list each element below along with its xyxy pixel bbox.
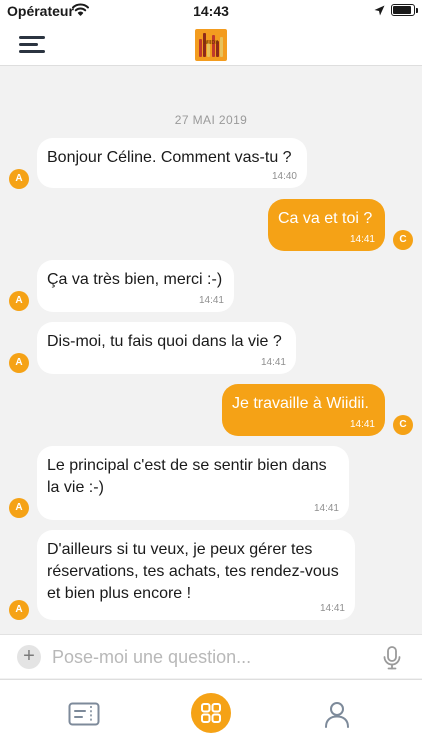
message-bubble: Ça va très bien, merci :-) 14:41 xyxy=(37,260,234,312)
microphone-icon[interactable] xyxy=(380,645,404,671)
assistant-avatar: A xyxy=(9,169,29,189)
app-header: WIIDII xyxy=(0,22,422,66)
assistant-avatar: A xyxy=(9,498,29,518)
clock: 14:43 xyxy=(193,3,229,19)
message-time: 14:41 xyxy=(319,603,345,614)
user-avatar: C xyxy=(393,415,413,435)
menu-icon xyxy=(19,36,45,39)
message-text: Bonjour Céline. Comment vas-tu ? xyxy=(47,149,292,166)
message-text: Ca va et toi ? xyxy=(278,210,373,227)
message-time: 14:41 xyxy=(260,357,286,368)
message-time: 14:41 xyxy=(349,419,375,430)
apps-grid-icon xyxy=(201,703,221,723)
message-bubble: Ca va et toi ? 14:41 xyxy=(268,199,385,251)
location-arrow-icon xyxy=(374,5,385,16)
message-text: D'ailleurs si tu veux, je peux gérer tes… xyxy=(47,541,339,602)
message-bubble: Je travaille à Wiidii. 14:41 xyxy=(222,384,385,436)
brand-logo: WIIDII xyxy=(195,29,227,61)
battery-icon xyxy=(391,4,418,16)
message-bubble: D'ailleurs si tu veux, je peux gérer tes… xyxy=(37,530,355,620)
user-avatar: C xyxy=(393,230,413,250)
battery-level xyxy=(393,6,411,14)
logo-text: WIIDII xyxy=(203,40,219,46)
message-text: Le principal c'est de se sentir bien dan… xyxy=(47,457,327,496)
message-composer: + xyxy=(0,634,422,678)
tab-bar xyxy=(0,679,422,750)
profile-icon[interactable] xyxy=(324,701,350,728)
menu-button[interactable] xyxy=(19,34,45,54)
assistant-avatar: A xyxy=(9,600,29,620)
message-time: 14:41 xyxy=(313,503,339,514)
message-text: Je travaille à Wiidii. xyxy=(232,395,369,412)
add-attachment-button[interactable]: + xyxy=(17,645,41,669)
assistant-avatar: A xyxy=(9,291,29,311)
message-time: 14:41 xyxy=(349,234,375,245)
ticket-icon[interactable] xyxy=(68,702,100,726)
message-text: Dis-moi, tu fais quoi dans la vie ? xyxy=(47,333,282,350)
question-input[interactable] xyxy=(52,643,368,671)
apps-grid-button[interactable] xyxy=(191,693,231,733)
message-time: 14:41 xyxy=(198,295,224,306)
status-bar: Opérateur 14:43 xyxy=(0,0,422,22)
message-bubble: Bonjour Céline. Comment vas-tu ? 14:40 xyxy=(37,138,307,188)
message-bubble: Dis-moi, tu fais quoi dans la vie ? 14:4… xyxy=(37,322,296,374)
message-text: Ça va très bien, merci :-) xyxy=(47,271,223,288)
message-bubble: Le principal c'est de se sentir bien dan… xyxy=(37,446,349,520)
date-separator: 27 MAI 2019 xyxy=(174,113,248,127)
message-time: 14:40 xyxy=(271,171,297,182)
assistant-avatar: A xyxy=(9,353,29,373)
